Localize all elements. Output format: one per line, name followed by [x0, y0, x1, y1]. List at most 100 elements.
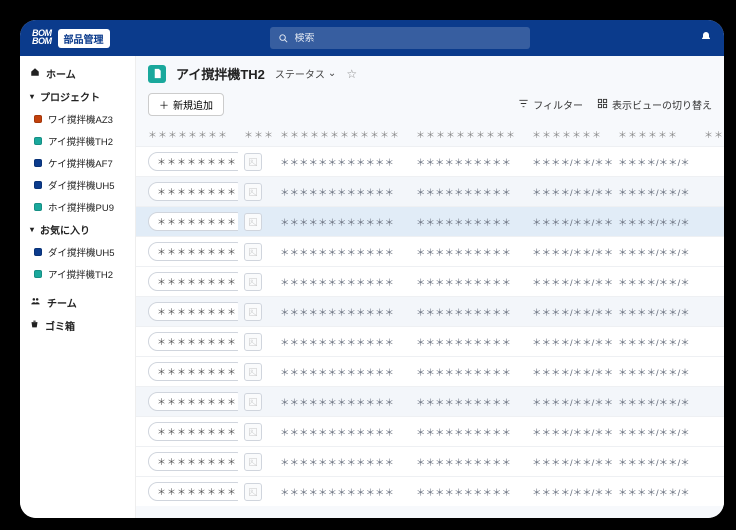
sidebar-favorites-header[interactable]: ▾ お気に入り	[20, 218, 135, 241]
favorite-item[interactable]: アイ撹拌機TH2	[20, 263, 135, 285]
sidebar-item-label: ワイ撹拌機AZ3	[48, 112, 113, 126]
bell-icon[interactable]	[700, 31, 712, 46]
image-placeholder-icon	[244, 363, 262, 381]
image-placeholder-icon	[244, 243, 262, 261]
table-row[interactable]: ＊＊＊＊＊＊＊＊＊＊＊＊＊＊＊＊＊＊＊＊＊＊＊＊＊＊＊＊＊＊＊＊＊＊/＊＊/＊＊…	[136, 386, 724, 416]
grid-icon	[597, 98, 608, 112]
cell-date: ＊＊＊＊/＊＊/＊＊	[532, 245, 612, 259]
cell-date: ＊＊＊＊/＊＊/＊	[618, 335, 698, 349]
filter-icon	[518, 98, 529, 112]
sidebar-team[interactable]: チーム	[20, 291, 135, 314]
row-id-pill: ＊＊＊＊＊＊＊＊	[148, 332, 238, 351]
cell-date: ＊＊＊＊/＊＊/＊＊	[532, 335, 612, 349]
table-row[interactable]: ＊＊＊＊＊＊＊＊＊＊＊＊＊＊＊＊＊＊＊＊＊＊＊＊＊＊＊＊＊＊＊＊＊＊/＊＊/＊＊…	[136, 356, 724, 386]
cell-text: ＊＊＊＊＊＊＊＊＊＊＊＊	[280, 245, 410, 259]
cell-text: ＊＊＊＊＊＊＊＊＊＊＊＊	[280, 305, 410, 319]
cell-date: ＊＊＊＊/＊＊/＊	[618, 425, 698, 439]
cell-date: ＊＊＊＊/＊＊/＊＊	[532, 305, 612, 319]
cell-date: ＊＊＊＊/＊＊/＊＊	[532, 395, 612, 409]
cell-text: ＊＊＊＊＊＊＊＊＊＊	[416, 185, 526, 199]
sidebar-trash[interactable]: ゴミ箱	[20, 314, 135, 337]
image-placeholder-icon	[244, 273, 262, 291]
cell-date: ＊＊＊＊/＊＊/＊	[618, 365, 698, 379]
image-placeholder-icon	[244, 453, 262, 471]
view-switch-button[interactable]: 表示ビューの切り替え	[597, 97, 712, 112]
cell-text: ＊＊＊＊＊＊＊＊＊＊＊＊	[280, 395, 410, 409]
cell-date: ＊＊＊＊/＊＊/＊	[618, 305, 698, 319]
cell-date: ＊＊＊＊/＊＊/＊＊	[532, 185, 612, 199]
cell-date: ＊＊＊＊/＊＊/＊	[618, 395, 698, 409]
color-swatch	[34, 159, 42, 167]
row-id-pill: ＊＊＊＊＊＊＊＊	[148, 212, 238, 231]
chevron-down-icon: ⌄	[328, 68, 336, 79]
cell-text: ＊＊＊＊＊＊＊＊＊＊	[416, 425, 526, 439]
table-row[interactable]: ＊＊＊＊＊＊＊＊＊＊＊＊＊＊＊＊＊＊＊＊＊＊＊＊＊＊＊＊＊＊＊＊＊＊/＊＊/＊＊…	[136, 416, 724, 446]
row-id-pill: ＊＊＊＊＊＊＊＊	[148, 452, 238, 471]
data-table: ＊＊＊＊＊＊＊＊ ＊＊＊ ＊＊＊＊＊＊＊＊＊＊＊＊ ＊＊＊＊＊＊＊＊＊＊ ＊＊＊…	[136, 122, 724, 518]
cell-date: ＊＊＊＊/＊＊/＊＊	[532, 275, 612, 289]
color-swatch	[34, 137, 42, 145]
home-icon	[30, 67, 40, 80]
cell-text: ＊＊＊＊＊＊＊＊＊＊＊＊	[280, 155, 410, 169]
image-placeholder-icon	[244, 333, 262, 351]
sidebar-projects-header[interactable]: ▾ プロジェクト	[20, 85, 135, 108]
row-id-pill: ＊＊＊＊＊＊＊＊	[148, 272, 238, 291]
table-row[interactable]: ＊＊＊＊＊＊＊＊＊＊＊＊＊＊＊＊＊＊＊＊＊＊＊＊＊＊＊＊＊＊＊＊＊＊/＊＊/＊＊…	[136, 176, 724, 206]
cell-text: ＊＊＊＊＊＊＊＊＊＊	[416, 245, 526, 259]
status-dropdown[interactable]: ステータス ⌄	[275, 66, 336, 81]
cell-date: ＊＊＊＊/＊＊/＊＊	[532, 215, 612, 229]
search-input[interactable]	[295, 33, 522, 44]
logo[interactable]: BOM BOM 部品管理	[32, 29, 110, 48]
cell-text: ＊＊＊＊＊＊＊＊＊＊＊＊	[280, 275, 410, 289]
table-row[interactable]: ＊＊＊＊＊＊＊＊＊＊＊＊＊＊＊＊＊＊＊＊＊＊＊＊＊＊＊＊＊＊＊＊＊＊/＊＊/＊＊…	[136, 296, 724, 326]
image-placeholder-icon	[244, 303, 262, 321]
favorite-star[interactable]: ☆	[346, 67, 357, 81]
favorite-item[interactable]: ダイ撹拌機UH5	[20, 241, 135, 263]
cell-text: ＊＊＊＊＊＊＊＊＊＊	[416, 275, 526, 289]
table-row[interactable]: ＊＊＊＊＊＊＊＊＊＊＊＊＊＊＊＊＊＊＊＊＊＊＊＊＊＊＊＊＊＊＊＊＊＊/＊＊/＊＊…	[136, 236, 724, 266]
image-placeholder-icon	[244, 183, 262, 201]
logo-badge: 部品管理	[58, 29, 110, 48]
cell-date: ＊＊＊＊/＊＊/＊	[618, 455, 698, 469]
chevron-down-icon: ▾	[30, 92, 34, 101]
project-item[interactable]: ホイ撹拌機PU9	[20, 196, 135, 218]
color-swatch	[34, 270, 42, 278]
project-item[interactable]: ダイ撹拌機UH5	[20, 174, 135, 196]
cell-text: ＊＊＊＊＊＊＊＊＊＊＊＊	[280, 485, 410, 499]
cell-date: ＊＊＊＊/＊＊/＊＊	[532, 155, 612, 169]
cell-text: ＊＊＊＊＊＊＊＊＊＊	[416, 455, 526, 469]
search-field[interactable]	[270, 27, 530, 49]
cell-text: ＊＊＊＊＊＊＊＊＊＊	[416, 395, 526, 409]
image-placeholder-icon	[244, 483, 262, 501]
project-item[interactable]: アイ撹拌機TH2	[20, 130, 135, 152]
sidebar-item-label: ホイ撹拌機PU9	[48, 200, 114, 214]
row-id-pill: ＊＊＊＊＊＊＊＊	[148, 392, 238, 411]
row-id-pill: ＊＊＊＊＊＊＊＊	[148, 182, 238, 201]
table-row[interactable]: ＊＊＊＊＊＊＊＊＊＊＊＊＊＊＊＊＊＊＊＊＊＊＊＊＊＊＊＊＊＊＊＊＊＊/＊＊/＊＊…	[136, 266, 724, 296]
cell-date: ＊＊＊＊/＊＊/＊＊	[532, 425, 612, 439]
row-id-pill: ＊＊＊＊＊＊＊＊	[148, 482, 238, 501]
project-item[interactable]: ワイ撹拌機AZ3	[20, 108, 135, 130]
filter-button[interactable]: フィルター	[518, 97, 583, 112]
table-row[interactable]: ＊＊＊＊＊＊＊＊＊＊＊＊＊＊＊＊＊＊＊＊＊＊＊＊＊＊＊＊＊＊＊＊＊＊/＊＊/＊＊…	[136, 146, 724, 176]
sidebar-home[interactable]: ホーム	[20, 62, 135, 85]
sidebar-item-label: ダイ撹拌機UH5	[48, 245, 115, 259]
project-item[interactable]: ケイ撹拌機AF7	[20, 152, 135, 174]
table-row[interactable]: ＊＊＊＊＊＊＊＊＊＊＊＊＊＊＊＊＊＊＊＊＊＊＊＊＊＊＊＊＊＊＊＊＊＊/＊＊/＊＊…	[136, 326, 724, 356]
cell-date: ＊＊＊＊/＊＊/＊	[618, 275, 698, 289]
cell-text: ＊＊＊＊＊＊＊＊＊＊＊＊	[280, 335, 410, 349]
team-icon	[30, 296, 41, 309]
row-id-pill: ＊＊＊＊＊＊＊＊	[148, 152, 238, 171]
toolbar: ＋ 新規追加 フィルター	[136, 89, 724, 122]
image-placeholder-icon	[244, 213, 262, 231]
image-placeholder-icon	[244, 153, 262, 171]
table-row[interactable]: ＊＊＊＊＊＊＊＊＊＊＊＊＊＊＊＊＊＊＊＊＊＊＊＊＊＊＊＊＊＊＊＊＊＊/＊＊/＊＊…	[136, 206, 724, 236]
cell-date: ＊＊＊＊/＊＊/＊	[618, 245, 698, 259]
table-row[interactable]: ＊＊＊＊＊＊＊＊＊＊＊＊＊＊＊＊＊＊＊＊＊＊＊＊＊＊＊＊＊＊＊＊＊＊/＊＊/＊＊…	[136, 476, 724, 506]
color-swatch	[34, 203, 42, 211]
plus-icon: ＋	[159, 97, 169, 112]
table-row[interactable]: ＊＊＊＊＊＊＊＊＊＊＊＊＊＊＊＊＊＊＊＊＊＊＊＊＊＊＊＊＊＊＊＊＊＊/＊＊/＊＊…	[136, 446, 724, 476]
titlebar: アイ撹拌機TH2 ステータス ⌄ ☆	[136, 56, 724, 89]
color-swatch	[34, 181, 42, 189]
add-button[interactable]: ＋ 新規追加	[148, 93, 224, 116]
